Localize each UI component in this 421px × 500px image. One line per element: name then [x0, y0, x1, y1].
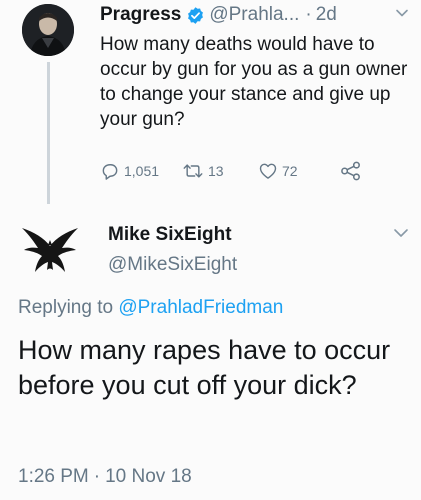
reply-button[interactable]: 1,051 — [100, 158, 159, 184]
mention-link[interactable]: @PrahladFriedman — [118, 297, 283, 318]
like-button[interactable]: 72 — [258, 158, 298, 184]
share-button[interactable] — [340, 158, 362, 184]
handle[interactable]: @MikeSixEight — [108, 254, 237, 276]
parent-tweet[interactable]: Pragress @Prahla... · 2d How many deaths… — [0, 0, 421, 205]
handle[interactable]: @Prahla... — [209, 4, 299, 26]
chevron-down-icon[interactable] — [393, 226, 409, 240]
retweet-count: 13 — [208, 163, 224, 179]
eagle-avatar-icon[interactable] — [18, 220, 82, 284]
reply-count: 1,051 — [124, 163, 160, 179]
replying-to-label: Replying to — [18, 297, 114, 318]
retweet-icon — [183, 164, 203, 178]
time: 1:26 PM — [18, 466, 89, 487]
retweet-button[interactable]: 13 — [182, 158, 224, 184]
verified-badge-icon — [186, 6, 205, 25]
tweet-text: How many deaths would have to occur by g… — [100, 34, 408, 130]
avatar[interactable] — [22, 4, 74, 56]
thread-line — [47, 62, 50, 204]
avatar-photo — [22, 4, 74, 56]
timestamp[interactable]: 2d — [316, 4, 337, 26]
tweet-actions: 1,051 13 72 — [100, 158, 390, 184]
reply-icon — [102, 164, 118, 180]
date: 10 Nov 18 — [105, 466, 192, 487]
twitter-thread: Pragress @Prahla... · 2d How many deaths… — [0, 0, 421, 500]
share-icon — [341, 161, 360, 181]
separator-dot: · — [93, 466, 101, 487]
tweet-text: How many rapes have to occur before you … — [18, 335, 391, 400]
separator-dot: · — [305, 4, 312, 25]
heart-icon — [259, 163, 277, 179]
display-name[interactable]: Mike SixEight — [108, 224, 232, 246]
like-count: 72 — [282, 163, 298, 179]
replying-to-line: Replying to @PrahladFriedman — [18, 297, 283, 319]
tweet-timestamp[interactable]: 1:26 PM · 10 Nov 18 — [18, 466, 192, 488]
display-name[interactable]: Pragress — [100, 4, 181, 26]
tweet-header: Pragress @Prahla... · 2d — [100, 2, 337, 28]
chevron-down-icon[interactable] — [395, 6, 409, 20]
